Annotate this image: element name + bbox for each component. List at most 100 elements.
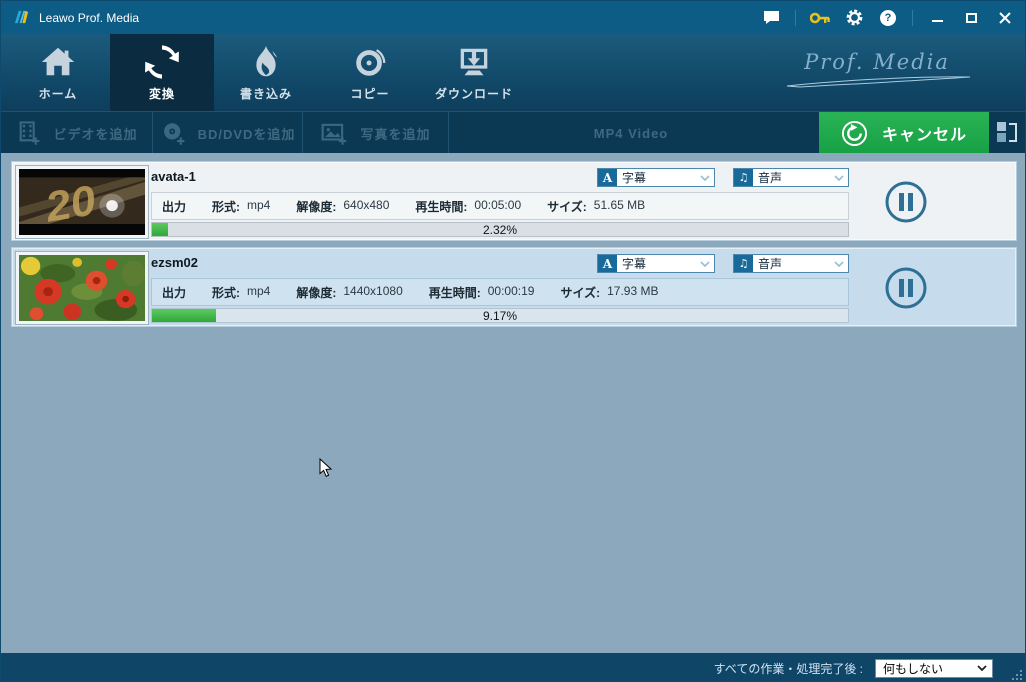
tab-burn[interactable]: 書き込み	[214, 34, 318, 111]
toolbar: ビデオを追加 BD/DVDを追加 写真を追加 MP4 Video キャンセル	[1, 111, 1025, 154]
add-bd-dvd-icon	[163, 123, 184, 145]
subtitle-icon: A	[598, 169, 617, 186]
svg-text:20: 20	[41, 177, 99, 231]
after-all-tasks-label: すべての作業・処理完了後 :	[713, 661, 863, 676]
duration-value: 00:00:19	[487, 283, 535, 298]
duration-value: 00:05:00	[474, 197, 522, 212]
progress-percent-label: 2.32%	[482, 222, 518, 237]
titlebar: Leawo Prof. Media ?	[1, 1, 1025, 34]
after-task-action-select[interactable]: 何もしない	[875, 658, 993, 678]
help-icon[interactable]: ?	[878, 8, 898, 28]
brand-logo: Prof. Media	[777, 50, 977, 93]
format-label: 形式:	[212, 199, 241, 214]
brand-underline	[786, 76, 971, 88]
tab-copy[interactable]: コピー	[318, 34, 422, 111]
task-info-strip: 出力 形式: mp4 解像度: 1440x1080 再生時間: 00:00:19 サイ…	[151, 278, 849, 306]
feedback-icon[interactable]	[761, 8, 781, 28]
audio-icon: ♫	[734, 255, 753, 272]
maximize-button[interactable]	[961, 8, 981, 28]
audio-dropdown[interactable]: ♫ 音声	[733, 168, 849, 187]
pause-icon	[885, 181, 927, 223]
cancel-button[interactable]: キャンセル	[819, 112, 989, 154]
cancel-button-label: キャンセル	[881, 127, 967, 144]
subtitle-dropdown[interactable]: A 字幕	[597, 168, 715, 187]
pause-button[interactable]	[884, 180, 928, 224]
minimize-button[interactable]	[927, 8, 947, 28]
titlebar-separator	[795, 9, 796, 26]
task-info-strip: 出力 形式: mp4 解像度: 640x480 再生時間: 00:05:00 サイズ:…	[151, 192, 849, 220]
tab-convert[interactable]: 変換	[110, 34, 214, 111]
cancel-restore-icon	[841, 120, 868, 146]
register-key-icon[interactable]	[810, 8, 830, 28]
panel-toggle-icon[interactable]	[997, 122, 1021, 144]
chevron-down-icon	[830, 169, 848, 186]
resolution-value: 1440x1080	[343, 283, 403, 298]
size-value: 17.93 MB	[607, 283, 659, 298]
copy-disc-icon	[356, 49, 386, 76]
add-bd-dvd-button[interactable]: BD/DVDを追加	[153, 112, 303, 154]
app-window: Leawo Prof. Media ? ホーム 変換 書き込み コピー ダウンロ…	[0, 0, 1026, 682]
convert-sync-icon	[145, 45, 179, 79]
resolution-label: 解像度:	[296, 199, 337, 214]
chevron-down-icon	[696, 169, 714, 186]
format-label: 形式:	[212, 285, 241, 300]
task-list: 20 avata-1 A 字幕 ♫ 音声 出力 形式: mp4 解像度: 640…	[1, 153, 1025, 653]
pause-button[interactable]	[884, 266, 928, 310]
subtitle-icon: A	[598, 255, 617, 272]
resolution-label: 解像度:	[296, 285, 337, 300]
video-thumbnail	[15, 251, 149, 325]
audio-icon: ♫	[734, 169, 753, 186]
brand-text: Prof. Media	[804, 50, 950, 74]
resize-grip[interactable]	[1012, 670, 1022, 680]
output-profile-label: MP4 Video	[593, 125, 669, 141]
statusbar: すべての作業・処理完了後 : 何もしない	[1, 653, 1025, 681]
add-bd-dvd-label: BD/DVDを追加	[197, 126, 296, 142]
add-video-label: ビデオを追加	[53, 126, 138, 142]
output-label: 出力	[162, 285, 187, 300]
size-value: 51.65 MB	[593, 197, 646, 212]
duration-label: 再生時間:	[415, 199, 468, 214]
task-name: avata-1	[151, 169, 196, 184]
task-row-avata-1[interactable]: 20 avata-1 A 字幕 ♫ 音声 出力 形式: mp4 解像度: 640…	[11, 161, 1017, 241]
home-icon	[41, 47, 75, 76]
tab-download-label: ダウンロード	[434, 87, 513, 101]
after-task-action-value: 何もしない	[883, 661, 944, 676]
tab-convert-label: 変換	[148, 87, 175, 101]
format-value: mp4	[247, 283, 271, 298]
progress-bar: 2.32%	[151, 222, 849, 237]
burn-flame-icon	[256, 45, 277, 77]
tab-burn-label: 書き込み	[239, 87, 292, 101]
chevron-down-icon	[696, 255, 714, 272]
tab-home-label: ホーム	[38, 87, 78, 101]
video-thumbnail: 20	[15, 165, 149, 239]
pause-icon	[885, 267, 927, 309]
titlebar-separator	[912, 9, 913, 26]
subtitle-dropdown-value: 字幕	[622, 171, 647, 185]
tab-download[interactable]: ダウンロード	[422, 34, 526, 111]
resolution-value: 640x480	[343, 197, 390, 212]
size-label: サイズ:	[547, 199, 587, 214]
subtitle-dropdown[interactable]: A 字幕	[597, 254, 715, 273]
tab-copy-label: コピー	[350, 87, 390, 101]
add-photo-button[interactable]: 写真を追加	[303, 112, 449, 154]
add-photo-label: 写真を追加	[360, 126, 431, 142]
task-row-ezsm02[interactable]: ezsm02 A 字幕 ♫ 音声 出力 形式: mp4 解像度: 1440x1080	[11, 247, 1017, 327]
audio-dropdown-value: 音声	[758, 171, 783, 185]
tab-home[interactable]: ホーム	[6, 34, 110, 111]
output-label: 出力	[162, 199, 187, 214]
subtitle-dropdown-value: 字幕	[622, 257, 647, 271]
size-label: サイズ:	[560, 285, 601, 300]
format-value: mp4	[247, 197, 271, 212]
audio-dropdown[interactable]: ♫ 音声	[733, 254, 849, 273]
add-video-icon	[20, 121, 40, 145]
close-button[interactable]	[995, 8, 1015, 28]
app-logo-icon	[14, 10, 29, 24]
main-nav: ホーム 変換 書き込み コピー ダウンロード Prof. Media	[1, 34, 1025, 111]
progress-bar: 9.17%	[151, 308, 849, 323]
add-video-button[interactable]: ビデオを追加	[1, 112, 153, 154]
progress-percent-label: 9.17%	[482, 308, 518, 323]
window-title: Leawo Prof. Media	[39, 10, 140, 25]
settings-gear-icon[interactable]	[844, 8, 864, 28]
duration-label: 再生時間:	[428, 285, 481, 300]
chevron-down-icon	[830, 255, 848, 272]
